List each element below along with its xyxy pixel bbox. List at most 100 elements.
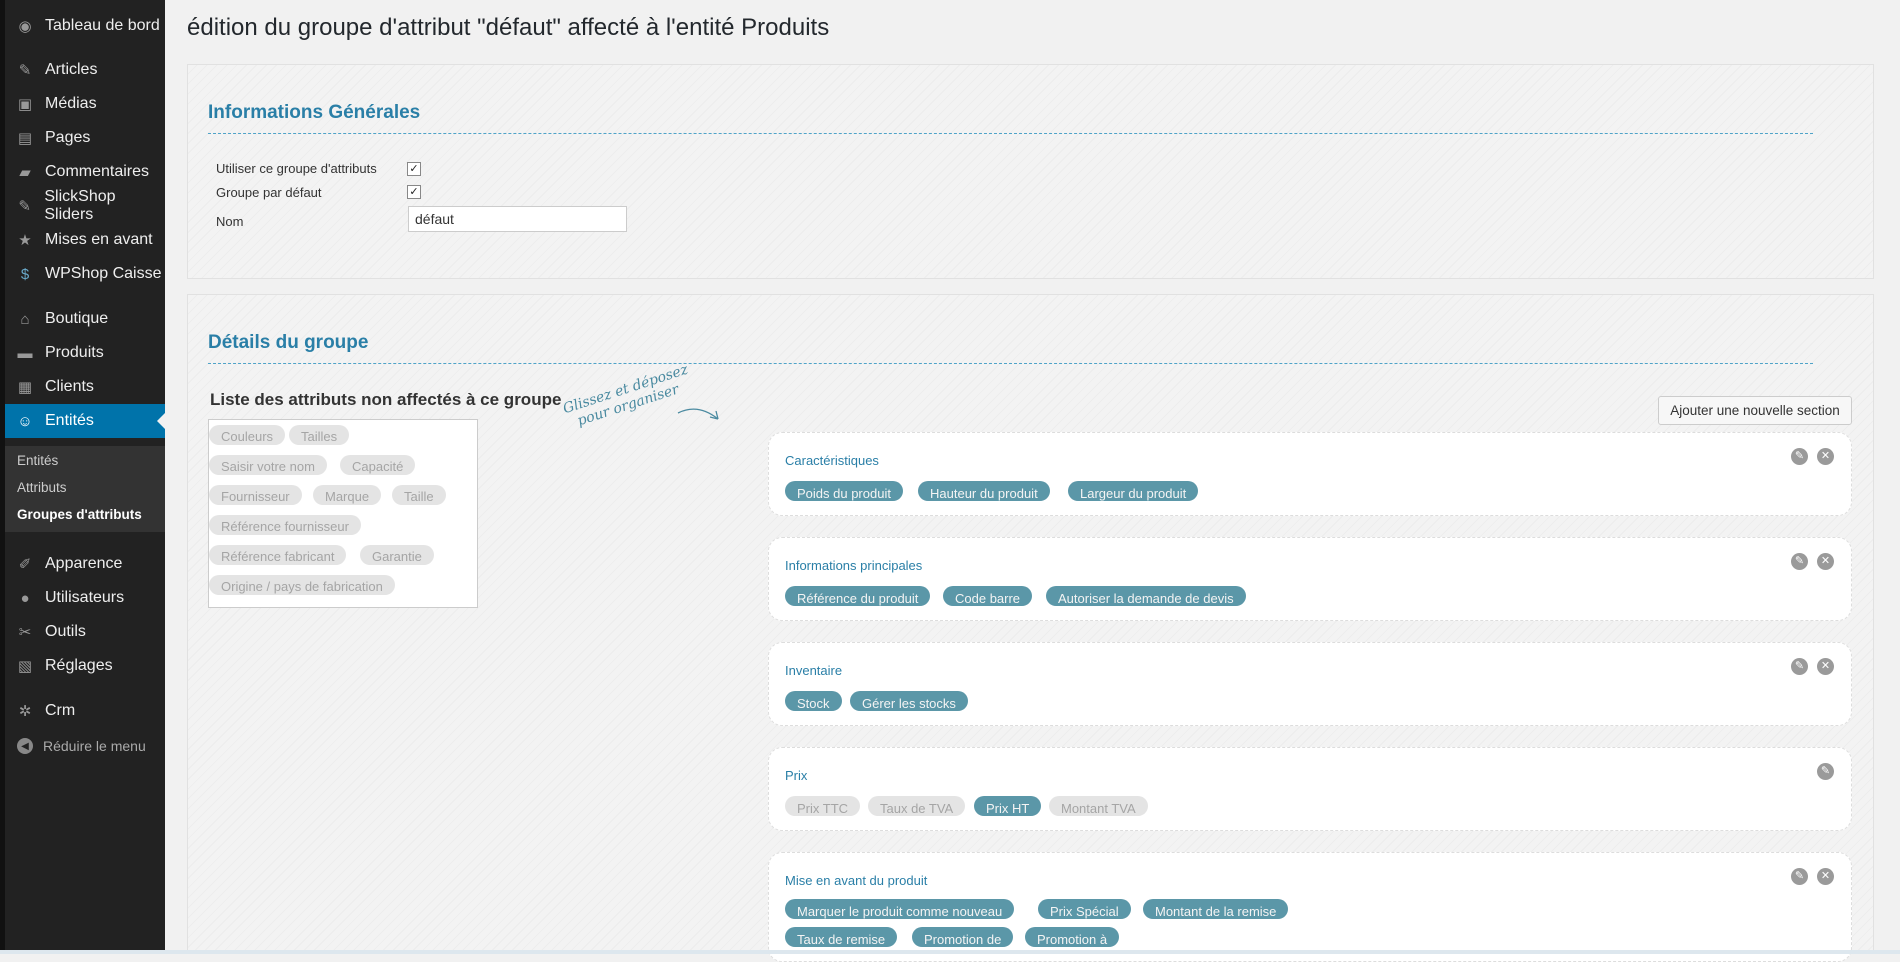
section-title: Prix xyxy=(785,768,808,783)
entites-submenu: Entités Attributs Groupes d'attributs xyxy=(5,446,165,532)
menu-reglages[interactable]: ▧ Réglages xyxy=(5,649,165,683)
attribute-chip[interactable]: Capacité xyxy=(340,455,416,475)
menu-label: Commentaires xyxy=(45,163,150,180)
attribute-chip[interactable]: Autoriser la demande de devis xyxy=(1046,586,1246,606)
section-caracteristiques[interactable]: Caractéristiques ✎ ✕ Poids du produit Ha… xyxy=(768,432,1852,516)
submenu-groupes-attributs[interactable]: Groupes d'attributs xyxy=(17,507,142,522)
group-details-title: Détails du groupe xyxy=(208,332,369,353)
menu-label: Médias xyxy=(45,95,97,112)
menu-crm[interactable]: ✲ Crm xyxy=(5,694,165,728)
attribute-chip[interactable]: Promotion à xyxy=(1025,927,1120,947)
attribute-chip[interactable]: Origine / pays de fabrication xyxy=(209,575,395,595)
pin-icon: ✎ xyxy=(18,62,32,79)
add-section-button[interactable]: Ajouter une nouvelle section xyxy=(1658,396,1852,425)
dashboard-icon: ◉ xyxy=(18,18,32,35)
attribute-chip[interactable]: Code barre xyxy=(943,586,1033,606)
delete-icon[interactable]: ✕ xyxy=(1817,868,1834,885)
collapse-icon: ◀ xyxy=(17,738,33,754)
home-icon: ⌂ xyxy=(20,310,30,328)
comments-icon: ▰ xyxy=(19,164,31,181)
menu-wpshop-caisse[interactable]: $ WPShop Caisse xyxy=(5,257,165,291)
edit-icon[interactable]: ✎ xyxy=(1791,658,1808,675)
title-divider xyxy=(208,133,1813,134)
default-group-checkbox[interactable]: ✓ xyxy=(407,185,421,199)
attribute-chip[interactable]: Prix HT xyxy=(974,796,1042,816)
collapse-menu-button[interactable]: ◀ Réduire le menu xyxy=(5,733,165,759)
scrollbar[interactable] xyxy=(1874,0,1900,954)
attribute-chip[interactable]: Montant TVA xyxy=(1049,796,1148,816)
edit-icon[interactable]: ✎ xyxy=(1791,868,1808,885)
attribute-chip[interactable]: Tailles xyxy=(289,425,350,445)
name-label: Nom xyxy=(216,214,244,229)
menu-label: Articles xyxy=(45,61,98,78)
delete-icon[interactable]: ✕ xyxy=(1817,448,1834,465)
menu-produits[interactable]: ▬ Produits xyxy=(5,336,165,370)
attribute-chip[interactable]: Stock xyxy=(785,691,842,711)
attribute-chip[interactable]: Promotion de xyxy=(912,927,1014,947)
section-prix[interactable]: Prix ✎ Prix TTC Taux de TVA Prix HT Mont… xyxy=(768,747,1852,831)
default-group-label: Groupe par défaut xyxy=(216,185,322,200)
unassigned-attributes-title: Liste des attributs non affectés à ce gr… xyxy=(210,390,562,409)
menu-medias[interactable]: ▣ Médias xyxy=(5,87,165,121)
attribute-chip[interactable]: Marquer le produit comme nouveau xyxy=(785,899,1015,919)
attribute-chip[interactable]: Saisir votre nom xyxy=(209,455,327,475)
menu-label: Réglages xyxy=(45,657,113,674)
attribute-chip[interactable]: Couleurs xyxy=(209,425,286,445)
attribute-chip[interactable]: Gérer les stocks xyxy=(850,691,968,711)
attribute-chip[interactable]: Taux de TVA xyxy=(868,796,966,816)
general-info-panel: Informations Générales xyxy=(187,64,1874,279)
attribute-chip[interactable]: Référence du produit xyxy=(785,586,931,606)
delete-icon[interactable]: ✕ xyxy=(1817,553,1834,570)
menu-label: Crm xyxy=(45,702,76,719)
submenu-attributs[interactable]: Attributs xyxy=(17,480,67,495)
menu-label: Mises en avant xyxy=(45,231,153,248)
menu-featured[interactable]: ★ Mises en avant xyxy=(5,223,165,257)
menu-comments[interactable]: ▰ Commentaires xyxy=(5,155,165,189)
section-title: Inventaire xyxy=(785,663,843,678)
attribute-chip[interactable]: Prix Spécial xyxy=(1038,899,1131,919)
delete-icon[interactable]: ✕ xyxy=(1817,658,1834,675)
menu-entites[interactable]: ☺ Entités xyxy=(5,404,165,438)
section-informations-principales[interactable]: Informations principales ✎ ✕ Référence d… xyxy=(768,537,1852,621)
name-input[interactable] xyxy=(408,206,627,232)
attribute-chip[interactable]: Largeur du produit xyxy=(1068,481,1199,501)
menu-label: Tableau de bord xyxy=(45,17,160,34)
menu-pages[interactable]: ▤ Pages xyxy=(5,121,165,155)
attribute-chip[interactable]: Marque xyxy=(313,485,382,505)
unassigned-attributes-list[interactable]: Couleurs Tailles Saisir votre nom Capaci… xyxy=(208,419,478,608)
menu-apparence[interactable]: ✐ Apparence xyxy=(5,547,165,581)
menu-dashboard[interactable]: ◉ Tableau de bord xyxy=(5,9,165,43)
menu-label: SlickShop Sliders xyxy=(44,188,116,223)
menu-boutique[interactable]: ⌂ Boutique xyxy=(5,302,165,336)
attribute-chip[interactable]: Prix TTC xyxy=(785,796,861,816)
section-title: Caractéristiques xyxy=(785,453,879,468)
menu-articles[interactable]: ✎ Articles xyxy=(5,53,165,87)
attribute-chip[interactable]: Hauteur du produit xyxy=(918,481,1050,501)
attribute-chip[interactable]: Poids du produit xyxy=(785,481,903,501)
attribute-chip[interactable]: Taille xyxy=(392,485,446,505)
attribute-chip[interactable]: Garantie xyxy=(360,545,434,565)
submenu-entites[interactable]: Entités xyxy=(17,453,58,468)
section-inventaire[interactable]: Inventaire ✎ ✕ Stock Gérer les stocks xyxy=(768,642,1852,726)
edit-icon[interactable]: ✎ xyxy=(1817,763,1834,780)
menu-utilisateurs[interactable]: ● Utilisateurs xyxy=(5,581,165,615)
menu-clients[interactable]: ▦ Clients xyxy=(5,370,165,404)
menu-label: Boutique xyxy=(45,310,109,327)
edit-icon[interactable]: ✎ xyxy=(1791,553,1808,570)
section-title: Informations principales xyxy=(785,558,923,573)
menu-label: Utilisateurs xyxy=(45,589,125,606)
attribute-chip[interactable]: Montant de la remise xyxy=(1143,899,1289,919)
section-mise-en-avant[interactable]: Mise en avant du produit ✎ ✕ Marquer le … xyxy=(768,852,1852,962)
edit-icon[interactable]: ✎ xyxy=(1791,448,1808,465)
use-group-checkbox[interactable]: ✓ xyxy=(407,162,421,176)
attribute-chip[interactable]: Référence fabricant xyxy=(209,545,347,565)
menu-label: Produits xyxy=(45,344,104,361)
menu-label: WPShop Caisse xyxy=(45,265,162,282)
attribute-chip[interactable]: Taux de remise xyxy=(785,927,898,947)
menu-outils[interactable]: ✂ Outils xyxy=(5,615,165,649)
attribute-chip[interactable]: Fournisseur xyxy=(209,485,302,505)
attribute-chip[interactable]: Référence fournisseur xyxy=(209,515,361,535)
menu-slickshop-sliders[interactable]: ✎ SlickShop Sliders xyxy=(5,188,165,223)
menu-label: Pages xyxy=(45,129,91,146)
page-title: édition du groupe d'attribut "défaut" af… xyxy=(187,14,830,41)
